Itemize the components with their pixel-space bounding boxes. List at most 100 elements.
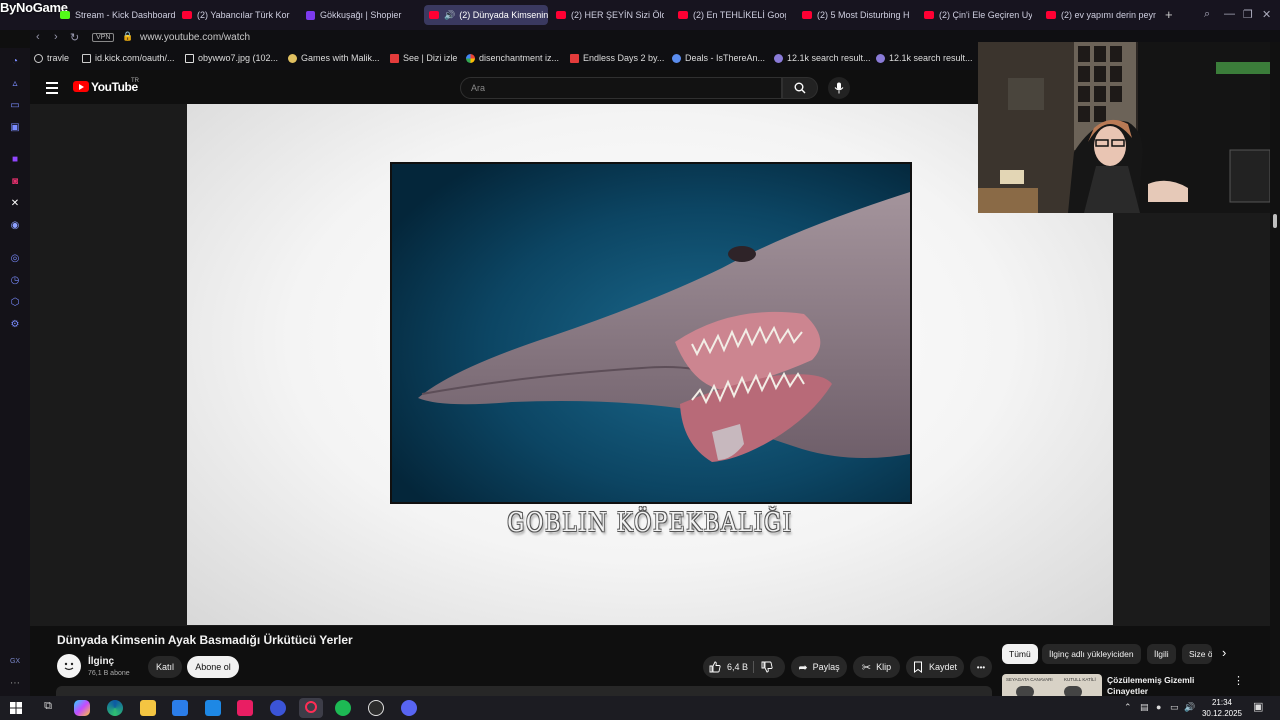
chip-all[interactable]: Tümü [1002,644,1038,664]
opera-gx-active-icon[interactable] [299,698,323,718]
browser-sidebar: ◔ ▵ ▭ ▣ ■ ◙ ✕ ◉ ◎ ◷ ⬡ ⚙ GX ⋯ [0,48,30,696]
minimize-icon[interactable]: — [1224,8,1235,20]
file-explorer-icon[interactable] [140,700,156,716]
mail-icon[interactable] [205,700,221,716]
tab-youtube-2[interactable]: (2) HER ŞEYİN Sizi Öldü [556,5,664,25]
join-button[interactable]: Katıl [148,656,182,678]
youtube-logo-icon[interactable] [73,81,89,92]
bookmark-kick-oauth[interactable]: id.kick.com/oauth/... [82,53,175,63]
tab-youtube-3[interactable]: (2) En TEHLİKELİ Google [678,5,786,25]
search-icon [794,82,806,94]
bookmark-games-malik[interactable]: Games with Malik... [288,53,380,63]
workspace-icon[interactable]: ▵ [8,76,22,90]
new-tab-button[interactable]: + [1165,7,1173,22]
save-button[interactable]: Kaydet [906,656,964,678]
task-view-icon[interactable]: ⧉ [40,700,56,716]
discord-taskbar-icon[interactable] [401,700,417,716]
subscribe-button[interactable]: Abone ol [187,656,239,678]
instagram-icon[interactable]: ◙ [8,174,22,188]
tab-shopier[interactable]: Gökkuşağı | Shopier [306,5,418,25]
tray-chevron-icon[interactable]: ⌃ [1124,702,1132,713]
url-field[interactable]: www.youtube.com/watch [140,32,250,43]
tab-youtube-5[interactable]: (2) Çin'i Ele Geçiren Uyg [924,5,1032,25]
bookmark-deals[interactable]: Deals - IsThereAn... [672,53,765,63]
dislike-button[interactable] [761,661,773,675]
channel-avatar[interactable] [57,654,81,678]
more-sidebar-icon[interactable]: ⋯ [8,676,22,690]
history-icon[interactable]: ◷ [8,273,22,287]
speaker-icon[interactable]: 🔊 [444,10,455,21]
player-icon[interactable]: ◎ [8,251,22,265]
bookmark-image[interactable]: obywwo7.jpg (102... [185,53,278,63]
aria-icon[interactable]: ◔ [8,54,22,68]
chip-for-you[interactable]: Size öz [1182,644,1212,664]
recommendation-thumbnail[interactable]: SEYAGATA CANAVARI KUTULL KATİLİ [1002,674,1102,696]
recommendation-title[interactable]: Çözülememiş Gizemli Cinayetler [1107,675,1217,696]
voice-search-button[interactable] [828,77,850,99]
volume-icon[interactable]: 🔊 [1184,702,1195,713]
goblin-shark-image [390,162,912,504]
back-icon[interactable]: ‹ [36,31,40,43]
discord-icon[interactable]: ◉ [8,218,22,232]
vpn-badge[interactable]: VPN [92,33,115,42]
bookmark-search-2[interactable]: 12.1k search result... [876,53,973,63]
tab-youtube-1[interactable]: (2) Yabancılar Türk Kork [182,5,290,25]
search-tabs-icon[interactable]: ⌕ [1204,8,1210,21]
search-button[interactable] [782,77,818,99]
tab-youtube-6[interactable]: (2) ev yapımı derin peyni [1046,5,1156,25]
more-actions-button[interactable]: ••• [970,656,992,678]
tab-youtube-4[interactable]: (2) 5 Most Disturbing Hu [802,5,910,25]
twitch-icon[interactable]: ■ [8,152,22,166]
subscriber-count: 76,1 B abone [88,670,130,677]
like-button[interactable]: 6,4 B [709,661,748,673]
streamer-webcam [978,42,1270,213]
bookmark-disenchantment[interactable]: disenchantment iz... [466,53,559,63]
tab-kick-dashboard[interactable]: Stream - Kick Dashboard [60,5,180,25]
clip-button[interactable]: ✂ Klip [853,656,900,678]
obs-icon[interactable] [368,700,384,716]
thumbs-up-icon [709,661,721,673]
gx-icon[interactable]: GX [8,654,22,668]
channel-name[interactable]: İlginç [88,656,114,667]
x-icon[interactable]: ✕ [8,196,22,210]
scrollbar-thumb[interactable] [1273,214,1277,228]
valorant-icon[interactable] [237,700,253,716]
extensions-icon[interactable]: ⬡ [8,295,22,309]
description-box[interactable] [56,686,992,696]
edge-icon[interactable] [107,700,123,716]
search-input[interactable]: Ara [460,77,782,99]
bookmark-travle[interactable]: travle [34,53,69,63]
page-scrollbar[interactable] [1270,42,1280,696]
chip-from-uploader[interactable]: İlginç adlı yükleyiciden [1042,644,1141,664]
reload-icon[interactable]: ↻ [70,31,79,44]
close-icon[interactable]: ✕ [1262,8,1271,21]
bookmark-search-1[interactable]: 12.1k search result... [774,53,871,63]
windows-start-icon[interactable] [8,700,24,716]
lock-icon[interactable]: 🔒 [122,31,133,42]
restore-icon[interactable]: ❐ [1243,8,1253,21]
messenger-icon[interactable]: ▭ [8,98,22,112]
chip-related[interactable]: İlgili [1147,644,1176,664]
settings-icon[interactable]: ⚙ [8,317,22,331]
copilot-icon[interactable] [74,700,90,716]
network-icon[interactable]: ▭ [1170,702,1179,713]
tray-mic-icon[interactable]: ● [1156,702,1161,712]
like-dislike-group: 6,4 B [703,656,785,678]
app-blue-icon[interactable] [270,700,286,716]
share-button[interactable]: ➦ Paylaş [791,656,847,678]
m-app-icon[interactable]: ▣ [8,120,22,134]
menu-icon[interactable] [46,82,58,97]
youtube-icon [802,11,812,19]
store-icon[interactable] [172,700,188,716]
forward-icon[interactable]: › [54,31,58,43]
bookmark-endless-days[interactable]: Endless Days 2 by... [570,53,664,63]
tab-active-youtube[interactable]: 🔊 (2) Dünyada Kimsenin [424,5,548,25]
tray-app-icon[interactable]: ▤ [1140,702,1149,713]
recommendation-menu-icon[interactable]: ⋮ [1233,674,1244,687]
spotify-icon[interactable] [335,700,351,716]
bookmark-dizi[interactable]: See | Dizi izle [390,53,457,63]
notifications-icon[interactable]: ▣ [1253,700,1263,713]
microphone-icon [834,82,844,94]
chevron-right-icon[interactable]: › [1222,645,1226,660]
system-clock[interactable]: 21:34 30.12.2025 [1200,697,1244,719]
